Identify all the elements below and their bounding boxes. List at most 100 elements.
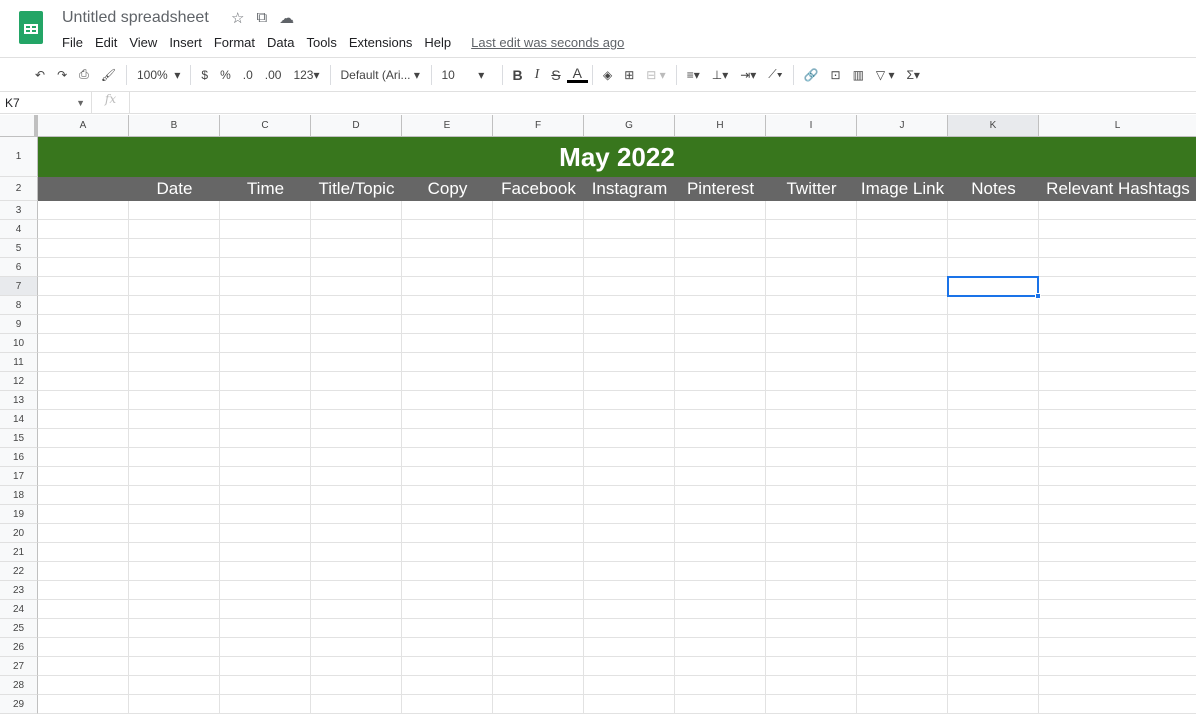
cell-L12[interactable] [1039, 372, 1196, 391]
cell-H9[interactable] [675, 315, 766, 334]
cell-J6[interactable] [857, 258, 948, 277]
cell-B17[interactable] [129, 467, 220, 486]
cell-E8[interactable] [402, 296, 493, 315]
cell-H3[interactable] [675, 201, 766, 220]
cell-J8[interactable] [857, 296, 948, 315]
menu-tools[interactable]: Tools [306, 35, 336, 50]
text-wrapping-icon[interactable]: ⇥▾ [734, 68, 762, 82]
cell-C7[interactable] [220, 277, 311, 296]
cell-J14[interactable] [857, 410, 948, 429]
cell-H17[interactable] [675, 467, 766, 486]
cell-B12[interactable] [129, 372, 220, 391]
cell-K16[interactable] [948, 448, 1039, 467]
cell-K29[interactable] [948, 695, 1039, 714]
select-all-corner[interactable] [0, 115, 38, 137]
cell-C9[interactable] [220, 315, 311, 334]
cell-J5[interactable] [857, 239, 948, 258]
cell-L4[interactable] [1039, 220, 1196, 239]
row-header-9[interactable]: 9 [0, 315, 38, 334]
cell-D4[interactable] [311, 220, 402, 239]
header-cell-D[interactable]: Title/Topic [311, 177, 402, 201]
cell-F4[interactable] [493, 220, 584, 239]
cell-E29[interactable] [402, 695, 493, 714]
column-header-E[interactable]: E [402, 115, 493, 137]
fill-color-icon[interactable]: ◈ [597, 68, 618, 82]
menu-file[interactable]: File [62, 35, 83, 50]
cell-I7[interactable] [766, 277, 857, 296]
cell-C12[interactable] [220, 372, 311, 391]
cell-I28[interactable] [766, 676, 857, 695]
cell-I5[interactable] [766, 239, 857, 258]
cell-B18[interactable] [129, 486, 220, 505]
cell-F22[interactable] [493, 562, 584, 581]
cell-E4[interactable] [402, 220, 493, 239]
cell-C24[interactable] [220, 600, 311, 619]
borders-icon[interactable]: ⊞ [618, 68, 640, 82]
zoom-select[interactable]: 100% ▾ [131, 68, 186, 82]
print-icon[interactable]: ⎙ [73, 67, 95, 82]
cell-H7[interactable] [675, 277, 766, 296]
cell-G14[interactable] [584, 410, 675, 429]
cell-I18[interactable] [766, 486, 857, 505]
cell-E11[interactable] [402, 353, 493, 372]
cell-L26[interactable] [1039, 638, 1196, 657]
cell-C25[interactable] [220, 619, 311, 638]
row-header-6[interactable]: 6 [0, 258, 38, 277]
more-formats-button[interactable]: 123▾ [287, 68, 325, 82]
cell-K26[interactable] [948, 638, 1039, 657]
cell-H24[interactable] [675, 600, 766, 619]
header-cell-B[interactable]: Date [129, 177, 220, 201]
cell-A21[interactable] [38, 543, 129, 562]
cell-E24[interactable] [402, 600, 493, 619]
cell-D3[interactable] [311, 201, 402, 220]
cell-L3[interactable] [1039, 201, 1196, 220]
cell-E25[interactable] [402, 619, 493, 638]
cell-B23[interactable] [129, 581, 220, 600]
cell-J28[interactable] [857, 676, 948, 695]
cell-H12[interactable] [675, 372, 766, 391]
cell-D25[interactable] [311, 619, 402, 638]
cell-C21[interactable] [220, 543, 311, 562]
cell-E18[interactable] [402, 486, 493, 505]
cell-K14[interactable] [948, 410, 1039, 429]
row-header-5[interactable]: 5 [0, 239, 38, 258]
cell-D13[interactable] [311, 391, 402, 410]
cell-B29[interactable] [129, 695, 220, 714]
cell-F28[interactable] [493, 676, 584, 695]
cell-G7[interactable] [584, 277, 675, 296]
cell-D12[interactable] [311, 372, 402, 391]
cell-I6[interactable] [766, 258, 857, 277]
cell-E26[interactable] [402, 638, 493, 657]
cell-E19[interactable] [402, 505, 493, 524]
font-size-select[interactable]: 10 ▾ [436, 68, 498, 82]
cell-J13[interactable] [857, 391, 948, 410]
cell-C26[interactable] [220, 638, 311, 657]
cell-J18[interactable] [857, 486, 948, 505]
cell-E5[interactable] [402, 239, 493, 258]
cell-I25[interactable] [766, 619, 857, 638]
cell-F24[interactable] [493, 600, 584, 619]
cell-J10[interactable] [857, 334, 948, 353]
cell-I27[interactable] [766, 657, 857, 676]
cell-J26[interactable] [857, 638, 948, 657]
cell-G16[interactable] [584, 448, 675, 467]
filter-icon[interactable]: ▽ ▾ [870, 68, 901, 82]
cell-D10[interactable] [311, 334, 402, 353]
cell-I22[interactable] [766, 562, 857, 581]
cell-H22[interactable] [675, 562, 766, 581]
cell-D11[interactable] [311, 353, 402, 372]
cell-A5[interactable] [38, 239, 129, 258]
cell-D21[interactable] [311, 543, 402, 562]
cell-K23[interactable] [948, 581, 1039, 600]
cell-L28[interactable] [1039, 676, 1196, 695]
cell-F16[interactable] [493, 448, 584, 467]
cell-D23[interactable] [311, 581, 402, 600]
row-header-24[interactable]: 24 [0, 600, 38, 619]
cell-E6[interactable] [402, 258, 493, 277]
cell-K13[interactable] [948, 391, 1039, 410]
cell-L19[interactable] [1039, 505, 1196, 524]
cell-H16[interactable] [675, 448, 766, 467]
name-box[interactable]: K7 ▼ [0, 92, 92, 113]
sheets-logo-icon[interactable] [19, 11, 43, 44]
cell-L10[interactable] [1039, 334, 1196, 353]
